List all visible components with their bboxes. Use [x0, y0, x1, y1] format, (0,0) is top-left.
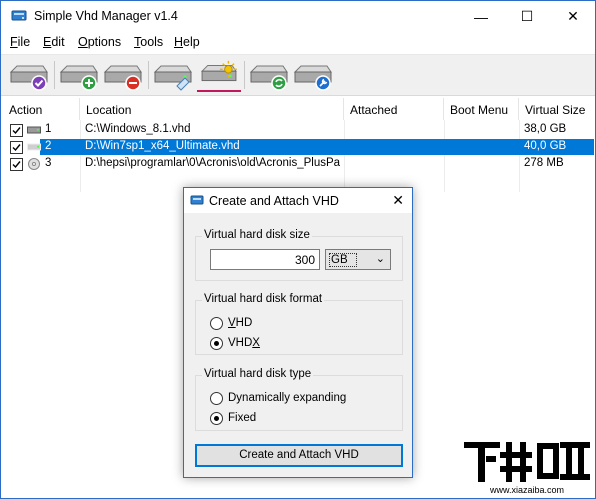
create-attach-button[interactable]: Create and Attach VHD: [195, 444, 403, 467]
dialog-title-bar[interactable]: Create and Attach VHD ✕: [184, 188, 412, 213]
row-checkbox[interactable]: [10, 158, 23, 171]
row-index: 2: [45, 140, 52, 152]
type-group: Virtual hard disk type Dynamically expan…: [195, 368, 403, 431]
row-location: D:\hepsi\programlar\0\Acronis\old\Acroni…: [85, 157, 341, 169]
toolbar-separator: [244, 61, 245, 89]
row-checkbox[interactable]: [10, 141, 23, 154]
maximize-button[interactable]: ☐: [504, 1, 550, 32]
close-button[interactable]: ✕: [550, 1, 596, 32]
minimize-button[interactable]: —: [458, 1, 504, 32]
toolbar: [1, 54, 595, 96]
menu-bar: File Edit Options Tools Help: [1, 33, 595, 53]
radio-fixed[interactable]: [210, 412, 223, 425]
column-header-location[interactable]: Location: [80, 98, 344, 120]
radio-dynamic[interactable]: [210, 392, 223, 405]
column-header-virtual-size[interactable]: Virtual Size: [519, 98, 594, 120]
radio-vhdx[interactable]: [210, 337, 223, 350]
column-header-attached[interactable]: Attached: [344, 98, 444, 120]
radio-fixed-label: Fixed: [228, 412, 257, 424]
create-attach-dialog: Create and Attach VHD ✕ Virtual hard dis…: [183, 187, 413, 478]
app-icon: [11, 10, 27, 21]
table-row[interactable]: 2 D:\Win7sp1_x64_Ultimate.vhd 40,0 GB: [3, 139, 594, 155]
hard-drive-icon: [27, 126, 41, 134]
drive-check-icon[interactable]: [7, 58, 51, 92]
toolbar-separator: [54, 61, 55, 89]
cd-drive-icon: [28, 158, 40, 170]
row-checkbox[interactable]: [10, 124, 23, 137]
window-title: Simple Vhd Manager v1.4: [34, 9, 178, 23]
menu-edit[interactable]: Edit: [43, 35, 65, 49]
row-virtual-size: 38,0 GB: [524, 123, 567, 135]
radio-vhd-label: VHD: [228, 317, 253, 329]
radio-dynamic-label: Dynamically expanding: [228, 392, 347, 404]
app-icon: [190, 195, 204, 205]
size-group-label: Virtual hard disk size: [202, 229, 312, 241]
unit-select-value: GB: [329, 253, 357, 267]
row-virtual-size: 40,0 GB: [524, 140, 567, 152]
hard-drive-icon: [27, 143, 41, 151]
table-row[interactable]: 3 D:\hepsi\programlar\0\Acronis\old\Acro…: [3, 156, 594, 172]
menu-options[interactable]: Options: [78, 35, 121, 49]
format-group-label: Virtual hard disk format: [202, 293, 325, 305]
dialog-close-button[interactable]: ✕: [392, 192, 404, 209]
chevron-down-icon: ⌄: [375, 253, 385, 265]
row-virtual-size: 278 MB: [524, 157, 564, 169]
column-header-boot-menu[interactable]: Boot Menu: [444, 98, 519, 120]
menu-help[interactable]: Help: [174, 35, 200, 49]
drive-remove-icon[interactable]: [101, 58, 145, 92]
table-row[interactable]: 1 C:\Windows_8.1.vhd 38,0 GB: [3, 122, 594, 138]
drive-add-icon[interactable]: [57, 58, 101, 92]
format-group: Virtual hard disk format VHD VHDX: [195, 293, 403, 355]
drive-eject-icon[interactable]: [151, 58, 195, 92]
row-location: D:\Win7sp1_x64_Ultimate.vhd: [85, 140, 240, 152]
column-header-action[interactable]: Action: [3, 98, 80, 120]
unit-select[interactable]: GB ⌄: [325, 249, 391, 270]
radio-vhdx-label: VHDX: [228, 337, 260, 349]
radio-vhd[interactable]: [210, 317, 223, 330]
drive-settings-icon[interactable]: [291, 58, 335, 92]
menu-file[interactable]: File: [10, 35, 30, 49]
row-index: 3: [45, 157, 52, 169]
dialog-title: Create and Attach VHD: [209, 194, 339, 208]
watermark-logo: www.xiazaiba.com 下载吧: [460, 438, 594, 496]
title-bar[interactable]: Simple Vhd Manager v1.4 — ☐ ✕: [1, 1, 595, 32]
type-group-label: Virtual hard disk type: [202, 368, 314, 380]
menu-tools[interactable]: Tools: [134, 35, 163, 49]
watermark-url: www.xiazaiba.com: [489, 485, 564, 495]
drive-refresh-icon[interactable]: [247, 58, 291, 92]
row-location: C:\Windows_8.1.vhd: [85, 123, 191, 135]
drive-create-icon[interactable]: [197, 58, 241, 92]
size-input[interactable]: 300: [210, 249, 320, 270]
toolbar-separator: [148, 61, 149, 89]
row-index: 1: [45, 123, 52, 135]
size-group: Virtual hard disk size 300 GB ⌄: [195, 229, 403, 281]
